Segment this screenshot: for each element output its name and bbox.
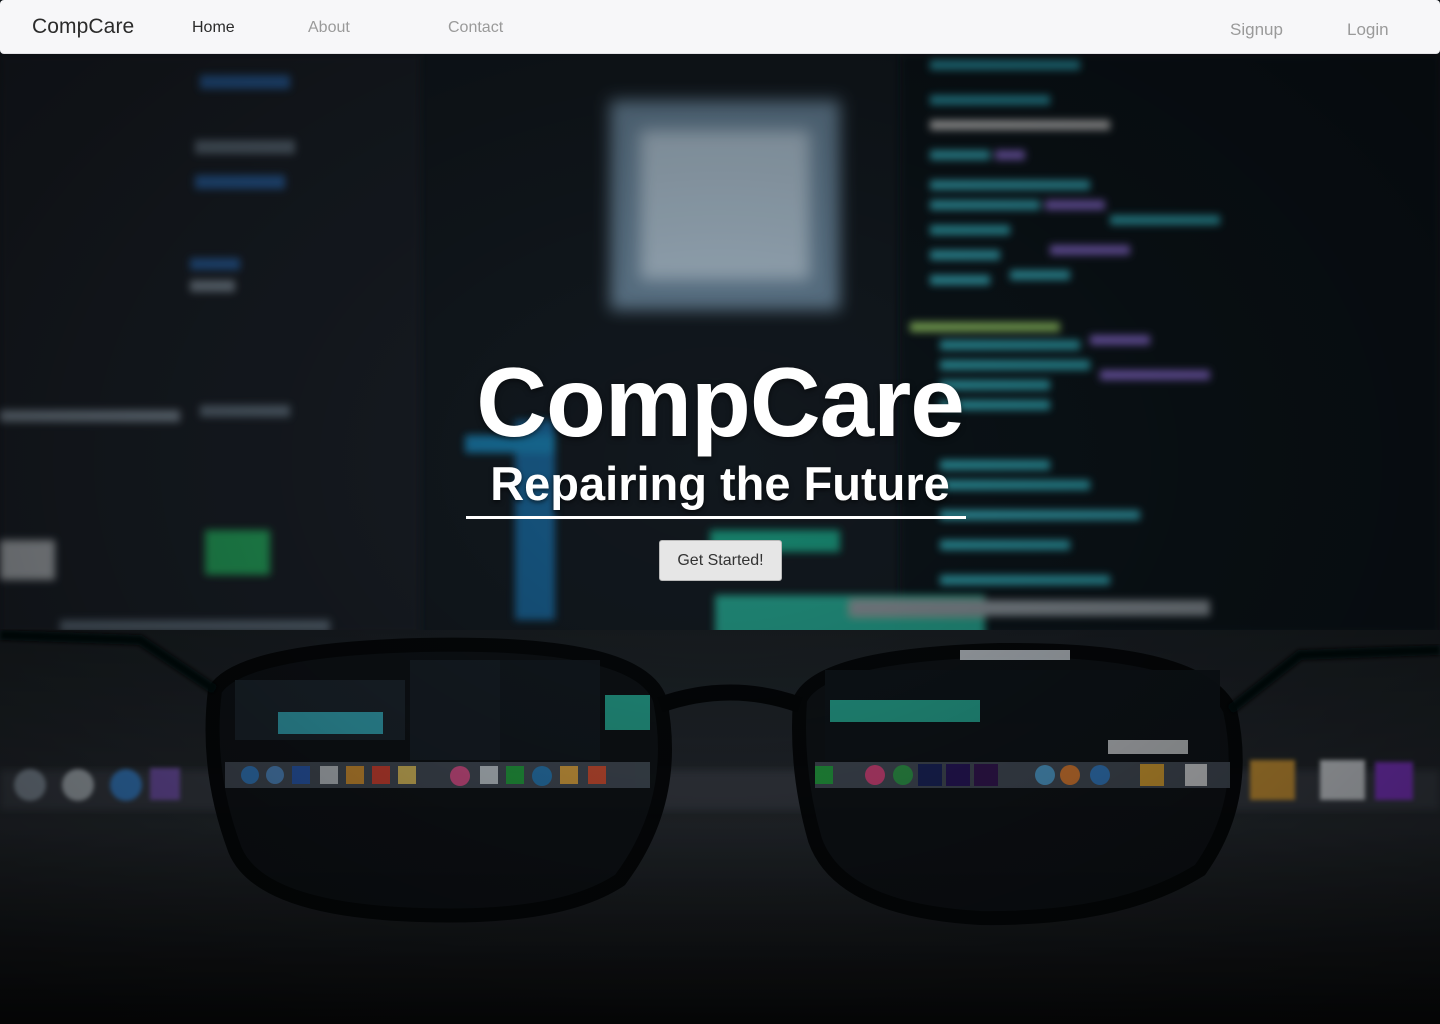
nav-link-contact[interactable]: Contact bbox=[448, 19, 503, 37]
nav-link-home[interactable]: Home bbox=[192, 19, 235, 37]
hero-background-image bbox=[0, 0, 1440, 1024]
nav-link-signup[interactable]: Signup bbox=[1230, 20, 1283, 40]
navbar: CompCare Home About Contact Signup Login bbox=[0, 0, 1440, 54]
nav-link-about[interactable]: About bbox=[308, 19, 350, 37]
get-started-button[interactable]: Get Started! bbox=[659, 540, 782, 581]
hero-title: CompCare bbox=[476, 347, 965, 457]
hero-subtitle: Repairing the Future bbox=[490, 457, 950, 510]
nav-link-login[interactable]: Login bbox=[1347, 20, 1389, 40]
hero-divider bbox=[466, 516, 966, 519]
hero-background bbox=[0, 0, 1440, 1024]
brand-logo-link[interactable]: CompCare bbox=[32, 15, 134, 39]
